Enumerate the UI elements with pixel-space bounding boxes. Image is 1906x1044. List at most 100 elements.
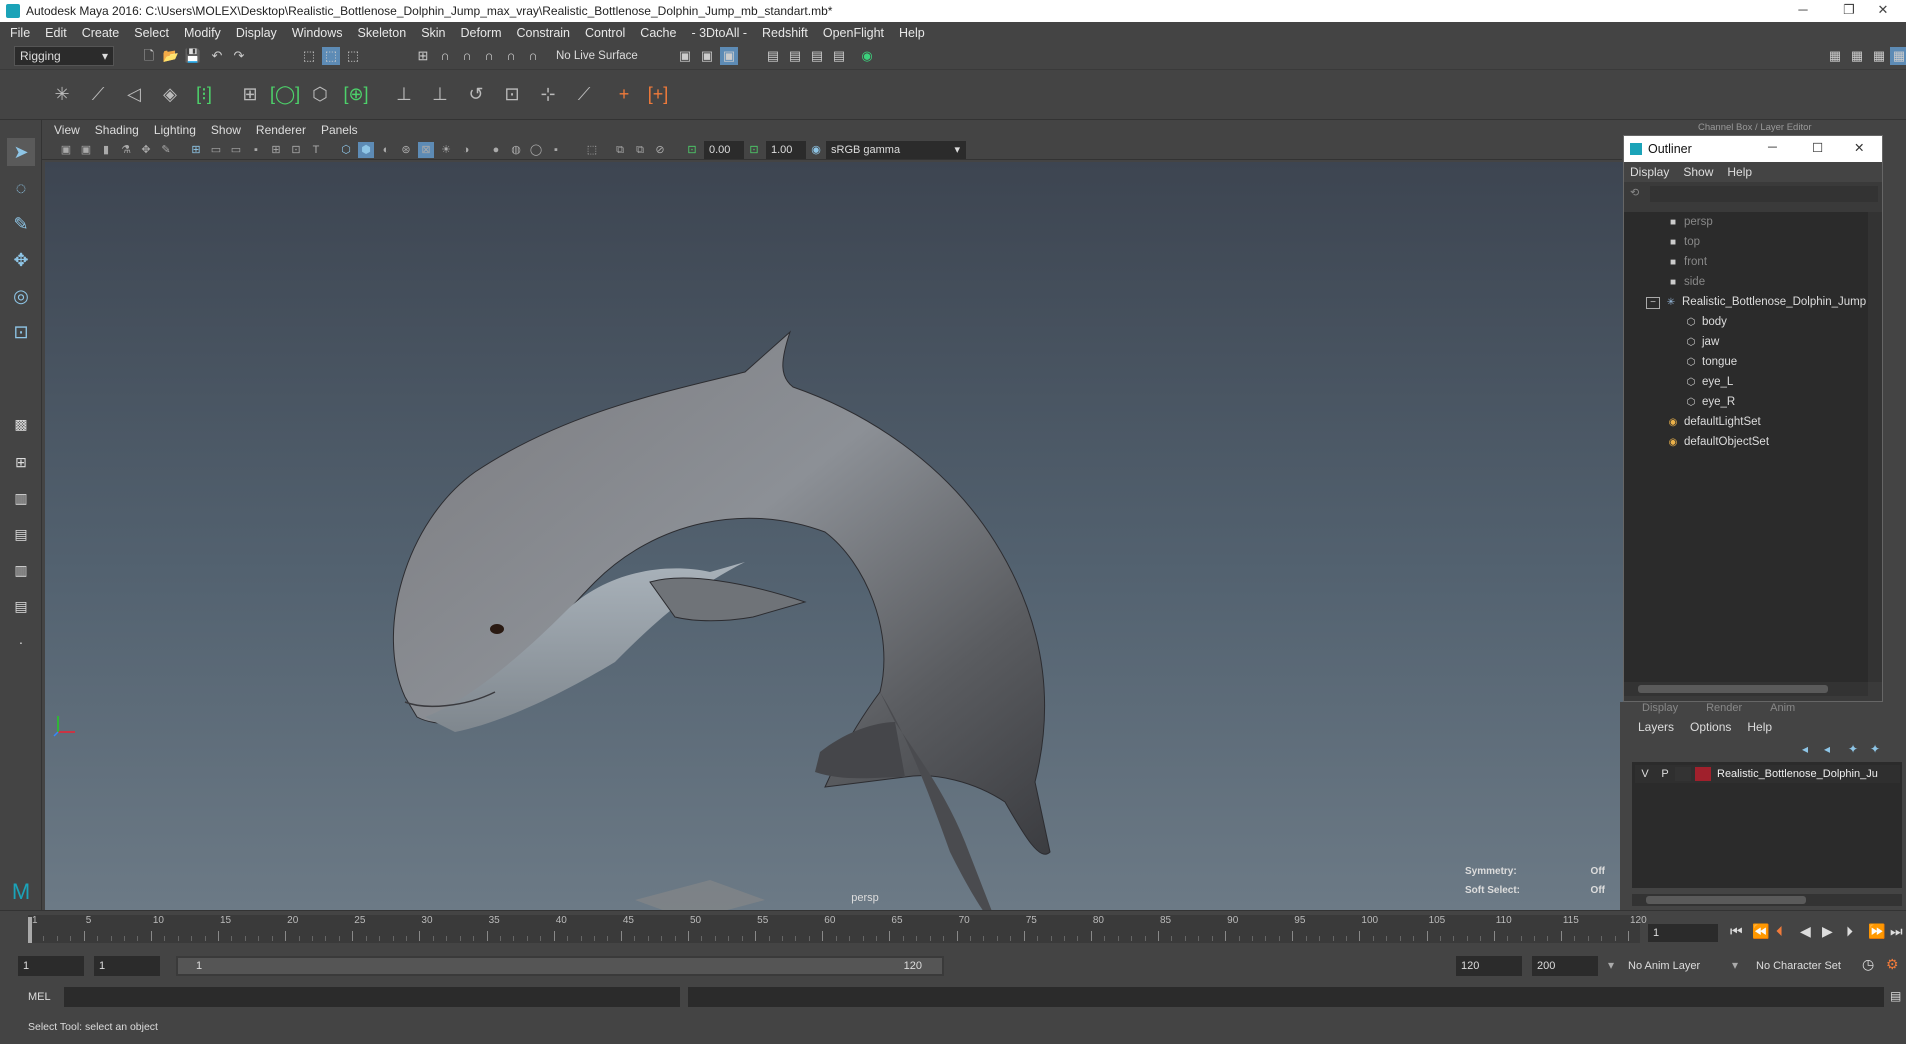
snap-point-icon[interactable]: ∩ [458, 47, 476, 65]
outliner-vertical-scrollbar[interactable] [1868, 212, 1882, 682]
character-set-dropdown[interactable]: No Character Set [1756, 960, 1841, 972]
animation-preferences-icon[interactable]: ⚙ [1886, 956, 1899, 973]
attribute-editor-toggle-icon[interactable]: ▦ [1848, 47, 1866, 65]
blend-shape-icon[interactable]: ⬡ [306, 80, 334, 108]
lattice-icon[interactable]: ⊞ [236, 80, 264, 108]
menu-help[interactable]: Help [899, 26, 925, 40]
tool-settings-toggle-icon[interactable]: ▦ [1870, 47, 1888, 65]
outliner-item-side[interactable]: ■ side [1624, 272, 1868, 292]
smooth-bind-icon[interactable]: ◈ [156, 80, 184, 108]
auto-key-icon[interactable]: ◷ [1862, 956, 1874, 973]
use-default-material-icon[interactable]: ◐ [378, 142, 394, 158]
exposure-icon[interactable]: ⊡ [684, 142, 700, 158]
joint-tool-icon[interactable]: ✳ [48, 80, 76, 108]
camera-attributes-icon[interactable]: ▣ [78, 142, 94, 158]
xray-icon[interactable]: ⧉ [612, 142, 628, 158]
point-constraint-icon[interactable]: ⊥ [426, 80, 454, 108]
menu-redshift[interactable]: Redshift [762, 26, 808, 40]
hypershade-icon[interactable]: ▤ [786, 47, 804, 65]
xray-joints-icon[interactable]: ⧉ [632, 142, 648, 158]
ik-spline-icon[interactable]: ◁ [120, 80, 148, 108]
outliner-item-tongue[interactable]: ⬡ tongue [1624, 352, 1868, 372]
layers-menu-options[interactable]: Options [1690, 720, 1731, 734]
scale-tool-icon[interactable]: ⊡ [7, 318, 35, 346]
outliner-item-eye-l[interactable]: ⬡ eye_L [1624, 372, 1868, 392]
safe-title-icon[interactable]: T [308, 142, 324, 158]
minimize-button[interactable]: ─ [1780, 0, 1826, 22]
step-forward-frame-icon[interactable]: ⏵ [1846, 923, 1853, 940]
outliner-filter-icon[interactable]: ⟲ [1630, 186, 1639, 199]
step-back-frame-icon[interactable]: ⏴ [1776, 923, 1783, 940]
menu-modify[interactable]: Modify [184, 26, 221, 40]
range-slider-handle[interactable] [178, 958, 942, 974]
screen-space-ao-icon[interactable]: ● [488, 142, 504, 158]
panel-menu-show[interactable]: Show [211, 123, 241, 137]
move-layer-up-icon[interactable]: ◂ [1802, 742, 1808, 756]
menu-windows[interactable]: Windows [292, 26, 343, 40]
new-scene-icon[interactable]: 🗋 [140, 47, 158, 65]
layer-visibility-toggle[interactable]: V [1635, 768, 1655, 780]
go-to-start-icon[interactable]: ⏮ [1730, 923, 1743, 940]
shadows-icon[interactable]: ◑ [458, 142, 474, 158]
render-view-icon[interactable]: ▣ [676, 47, 694, 65]
gate-mask-icon[interactable]: ▪ [248, 142, 264, 158]
menu-constrain[interactable]: Constrain [517, 26, 571, 40]
menu-create[interactable]: Create [82, 26, 120, 40]
layers-menu-help[interactable]: Help [1747, 720, 1772, 734]
render-settings-icon[interactable]: ▤ [764, 47, 782, 65]
panel-menu-shading[interactable]: Shading [95, 123, 139, 137]
outliner-item-dolphin-group[interactable]: − ✳ Realistic_Bottlenose_Dolphin_Jump [1624, 292, 1868, 312]
step-forward-key-icon[interactable]: ⏩ [1868, 923, 1885, 940]
panel-menu-view[interactable]: View [54, 123, 80, 137]
select-hierarchy-icon[interactable]: ⬚ [300, 47, 318, 65]
exposure-field[interactable]: 0.00 [704, 141, 744, 159]
outliner-maximize-button[interactable]: ☐ [1812, 140, 1823, 155]
ipr-icon[interactable]: ▣ [720, 47, 738, 65]
layer-row[interactable]: V P Realistic_Bottlenose_Dolphin_Ju [1635, 765, 1900, 783]
resolution-gate-icon[interactable]: ▭ [228, 142, 244, 158]
panel-menu-panels[interactable]: Panels [321, 123, 358, 137]
image-plane-icon[interactable]: ⚗ [118, 142, 134, 158]
script-editor-icon[interactable]: ▤ [1890, 989, 1901, 1003]
motion-blur-icon[interactable]: ◍ [508, 142, 524, 158]
xray-components-icon[interactable]: ⊘ [652, 142, 668, 158]
close-button[interactable]: ✕ [1860, 0, 1906, 22]
locator-icon[interactable]: + [610, 80, 638, 108]
persp-hypershade-layout-icon[interactable]: ▥ [7, 556, 35, 584]
grease-pencil-icon[interactable]: ✎ [158, 142, 174, 158]
animation-start-field[interactable]: 1 [18, 956, 84, 976]
paint-select-icon[interactable]: ✎ [7, 210, 35, 238]
wireframe-icon[interactable]: ⬡ [338, 142, 354, 158]
rotate-tool-icon[interactable]: ◎ [7, 282, 35, 310]
time-ruler[interactable]: 1 5 10 15 20 25 30 35 40 45 50 55 60 65 70 75 80 85 90 95 10… [28, 915, 1647, 943]
select-object-icon[interactable]: ⬚ [322, 47, 340, 65]
range-slider-bar[interactable]: 1 120 [176, 956, 944, 976]
outliner-item-default-light-set[interactable]: ◉ defaultLightSet [1624, 412, 1868, 432]
grid-icon[interactable]: ⊞ [188, 142, 204, 158]
undo-icon[interactable]: ↶ [208, 47, 226, 65]
redo-icon[interactable]: ↷ [230, 47, 248, 65]
menu-deform[interactable]: Deform [461, 26, 502, 40]
outliner-scroll-thumb[interactable] [1638, 685, 1828, 693]
textured-icon[interactable]: ⊠ [418, 142, 434, 158]
play-forwards-icon[interactable]: ▶ [1822, 923, 1833, 940]
anim-layer-dropdown[interactable]: No Anim Layer [1628, 960, 1700, 972]
tab-display[interactable]: Display [1642, 702, 1678, 714]
single-perspective-layout-icon[interactable]: ▩ [7, 410, 35, 438]
menu-cache[interactable]: Cache [640, 26, 676, 40]
field-chart-icon[interactable]: ⊞ [268, 142, 284, 158]
view-transform-dropdown[interactable]: sRGB gamma ▾ [826, 141, 966, 159]
character-set-dropdown-arrow[interactable]: ▾ [1732, 958, 1738, 972]
layer-name[interactable]: Realistic_Bottlenose_Dolphin_Ju [1717, 768, 1878, 780]
depth-of-field-icon[interactable]: ▪ [548, 142, 564, 158]
layer-horizontal-scrollbar[interactable] [1632, 894, 1902, 906]
command-input[interactable] [64, 987, 680, 1007]
isolate-select-icon[interactable]: ⬚ [584, 142, 600, 158]
four-view-layout-icon[interactable]: ⊞ [7, 448, 35, 476]
tab-render[interactable]: Render [1706, 702, 1742, 714]
gamma-icon[interactable]: ⊡ [746, 142, 762, 158]
current-time-marker[interactable] [28, 917, 32, 943]
use-all-lights-icon[interactable]: ☀ [438, 142, 454, 158]
film-gate-icon[interactable]: ▭ [208, 142, 224, 158]
go-to-end-icon[interactable]: ⏭ [1890, 923, 1903, 940]
